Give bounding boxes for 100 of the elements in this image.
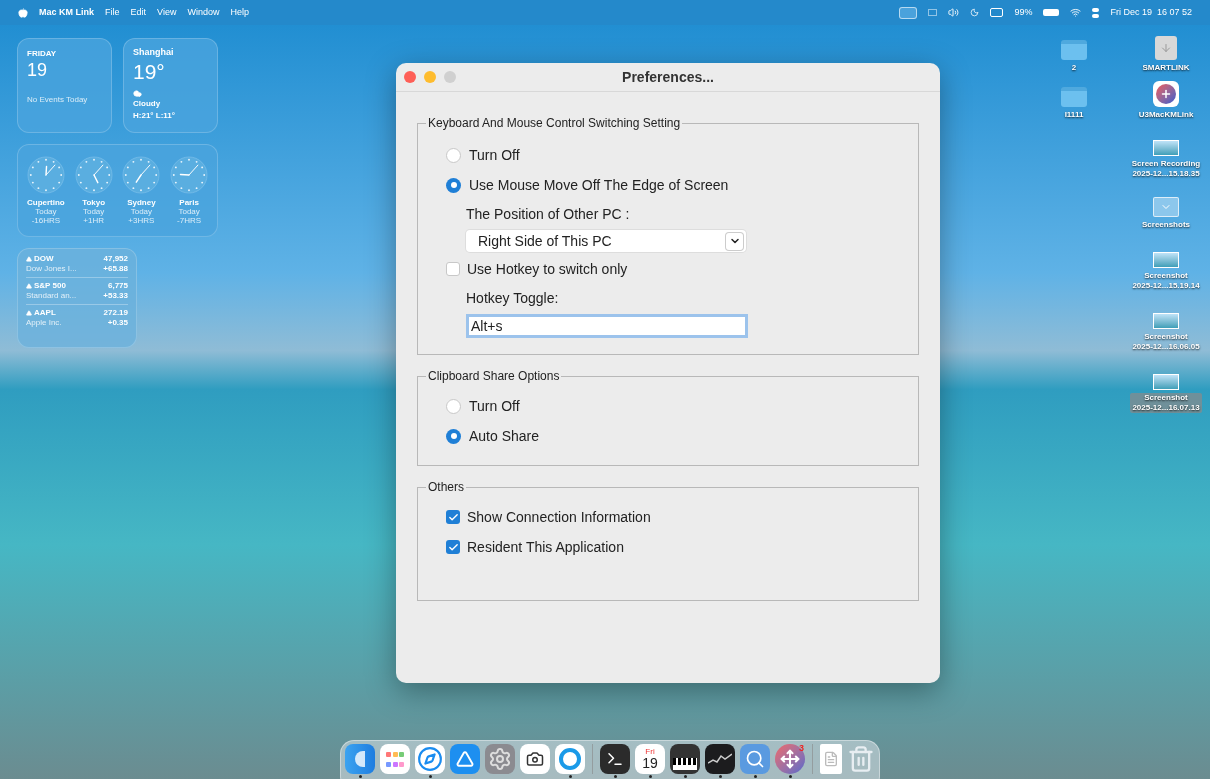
app-grid-icon[interactable] bbox=[380, 744, 410, 774]
calendar-widget[interactable]: FRIDAY 19 No Events Today bbox=[17, 38, 112, 133]
menu-item[interactable]: Help bbox=[230, 5, 249, 20]
window-title: Preferences... bbox=[622, 67, 714, 87]
field-label: The Position of Other PC : bbox=[465, 204, 631, 224]
settings-icon[interactable] bbox=[485, 744, 515, 774]
image-thumbnail-icon[interactable] bbox=[1153, 140, 1179, 156]
image-thumbnail-icon[interactable] bbox=[1153, 313, 1179, 329]
calendar-app-icon[interactable]: Fri 19 bbox=[635, 744, 665, 774]
control-center-icon[interactable] bbox=[1092, 7, 1100, 18]
world-clock-widget[interactable]: Cupertino Today -16HRS Tokyo Today +1HR Sydney Today +3HRS Paris Today -7HRS bbox=[17, 144, 218, 237]
stock-price: 272.19 bbox=[103, 308, 128, 318]
field-label: Hotkey Toggle: bbox=[465, 288, 560, 308]
file-name[interactable]: 2 bbox=[1069, 63, 1079, 73]
checkbox-label[interactable]: Use Hotkey to switch only bbox=[467, 258, 628, 280]
file-name[interactable]: U3MacKMLink bbox=[1136, 110, 1196, 120]
temperature-text: 19° bbox=[133, 59, 166, 84]
wifi-icon[interactable] bbox=[1070, 7, 1082, 18]
radio-label[interactable]: Auto Share bbox=[469, 425, 540, 447]
file-name[interactable]: Screenshots bbox=[1140, 220, 1192, 230]
volume-icon[interactable] bbox=[948, 7, 960, 18]
stock-price: 47,952 bbox=[103, 254, 128, 264]
stock-symbol: DOW bbox=[34, 254, 54, 264]
checkbox-label[interactable]: Show Connection Information bbox=[467, 506, 651, 528]
display-icon[interactable] bbox=[928, 9, 938, 16]
radio-button[interactable] bbox=[446, 147, 461, 163]
clock-offset: -16HRS bbox=[31, 216, 61, 225]
stock-symbol: AAPL bbox=[34, 308, 56, 318]
apple-logo-icon[interactable] bbox=[18, 7, 28, 18]
image-thumbnail-icon[interactable] bbox=[1153, 374, 1179, 390]
clock-day: Today bbox=[35, 207, 57, 216]
battery-icon[interactable] bbox=[1043, 9, 1060, 16]
condition-text: Cloudy bbox=[133, 97, 162, 110]
image-thumbnail-icon[interactable] bbox=[1153, 252, 1179, 268]
radio-button[interactable] bbox=[446, 428, 461, 444]
clock-face-icon bbox=[26, 156, 65, 194]
radio-label[interactable]: Use Mouse Move Off The Edge of Screen bbox=[469, 174, 729, 196]
app-icon[interactable] bbox=[1153, 81, 1179, 107]
file-name[interactable]: Screenshot 2025-12...15.19.14 bbox=[1130, 271, 1202, 291]
temperature-range: H:21° L:11° bbox=[133, 109, 176, 122]
radio-button[interactable] bbox=[446, 177, 461, 193]
events-text: No Events Today bbox=[27, 94, 89, 106]
screen-mirror-icon[interactable] bbox=[899, 6, 918, 19]
trash-icon[interactable] bbox=[847, 744, 875, 774]
moon-icon[interactable] bbox=[970, 8, 980, 17]
file-name[interactable]: I1111 bbox=[1062, 110, 1086, 120]
clock-face-icon bbox=[122, 156, 161, 194]
app-menu[interactable]: Mac KM Link bbox=[39, 5, 94, 20]
weekday-text: FRIDAY bbox=[27, 48, 58, 60]
clock-offset: +1HR bbox=[83, 216, 104, 225]
menu-bar-clock[interactable]: Fri Dec 19 16 07 52 bbox=[1110, 5, 1192, 20]
stock-chart-icon[interactable] bbox=[705, 744, 735, 774]
clock-face-icon bbox=[74, 156, 113, 194]
menu-item[interactable]: File bbox=[105, 5, 120, 20]
piano-keys-icon[interactable] bbox=[670, 744, 700, 774]
clock-city: Sydney bbox=[127, 198, 156, 207]
document-icon[interactable] bbox=[820, 744, 842, 774]
stack-folder-icon[interactable] bbox=[1153, 197, 1179, 217]
magnifier-app-icon[interactable] bbox=[740, 744, 770, 774]
file-name[interactable]: SMARTLINK bbox=[1140, 63, 1192, 73]
file-name[interactable]: Screenshot 2025-12...16.06.05 bbox=[1130, 332, 1202, 352]
terminal-icon[interactable] bbox=[600, 744, 630, 774]
stock-change: +65.88 bbox=[103, 264, 128, 274]
clock-city: Tokyo bbox=[82, 198, 106, 207]
position-dropdown[interactable]: Right Side of This PC bbox=[466, 230, 746, 252]
stock-name: Apple Inc. bbox=[26, 318, 62, 328]
checkbox[interactable] bbox=[446, 510, 460, 524]
keyboard-input-icon[interactable] bbox=[990, 8, 1004, 17]
group-title: Clipboard Share Options bbox=[427, 368, 561, 385]
radio-label[interactable]: Turn Off bbox=[469, 395, 520, 417]
compass-icon[interactable] bbox=[415, 744, 445, 774]
clock-day: Today bbox=[82, 207, 105, 216]
clock-day: Today bbox=[178, 207, 200, 216]
close-button[interactable] bbox=[404, 71, 416, 83]
weather-widget[interactable]: Shanghai 19° Cloudy H:21° L:11° bbox=[123, 38, 218, 133]
group-title: Keyboard And Mouse Control Switching Setting bbox=[427, 115, 682, 132]
clock-city: Cupertino bbox=[27, 198, 65, 207]
camera-icon[interactable] bbox=[520, 744, 550, 774]
file-name[interactable]: Screenshot 2025-12...16.07.13 bbox=[1130, 393, 1202, 413]
hotkey-input-field[interactable]: Alt+s bbox=[466, 314, 748, 338]
battery-percent: 99% bbox=[1014, 5, 1033, 19]
clock-face-icon bbox=[170, 156, 209, 194]
stocks-widget[interactable]: DOW Dow Jones I... 47,952 +65.88 S&P 500 Standard an... 6,775 +53.33 AAPL Apple Inc. 272.19 +0.35 bbox=[17, 248, 137, 348]
clock-offset: -7HRS bbox=[177, 216, 202, 225]
stock-price: 6,775 bbox=[107, 281, 128, 291]
stock-name: Dow Jones I... bbox=[26, 264, 77, 274]
cloud-icon bbox=[133, 88, 142, 98]
clock-day: Today bbox=[130, 207, 153, 216]
checkbox[interactable] bbox=[446, 262, 460, 276]
menu-item[interactable]: Edit bbox=[130, 5, 147, 20]
checkbox[interactable] bbox=[446, 540, 460, 554]
menu-item[interactable]: Window bbox=[187, 5, 220, 20]
checkbox-label[interactable]: Resident This Application bbox=[467, 536, 624, 558]
radio-label[interactable]: Turn Off bbox=[469, 144, 520, 166]
file-name[interactable]: Screen Recording 2025-12...15.18.35 bbox=[1129, 159, 1203, 179]
menu-item[interactable]: View bbox=[157, 5, 177, 20]
up-triangle-icon bbox=[26, 283, 32, 289]
up-triangle-icon bbox=[26, 256, 32, 262]
radio-button[interactable] bbox=[446, 398, 461, 414]
date-number: 19 bbox=[27, 60, 49, 80]
